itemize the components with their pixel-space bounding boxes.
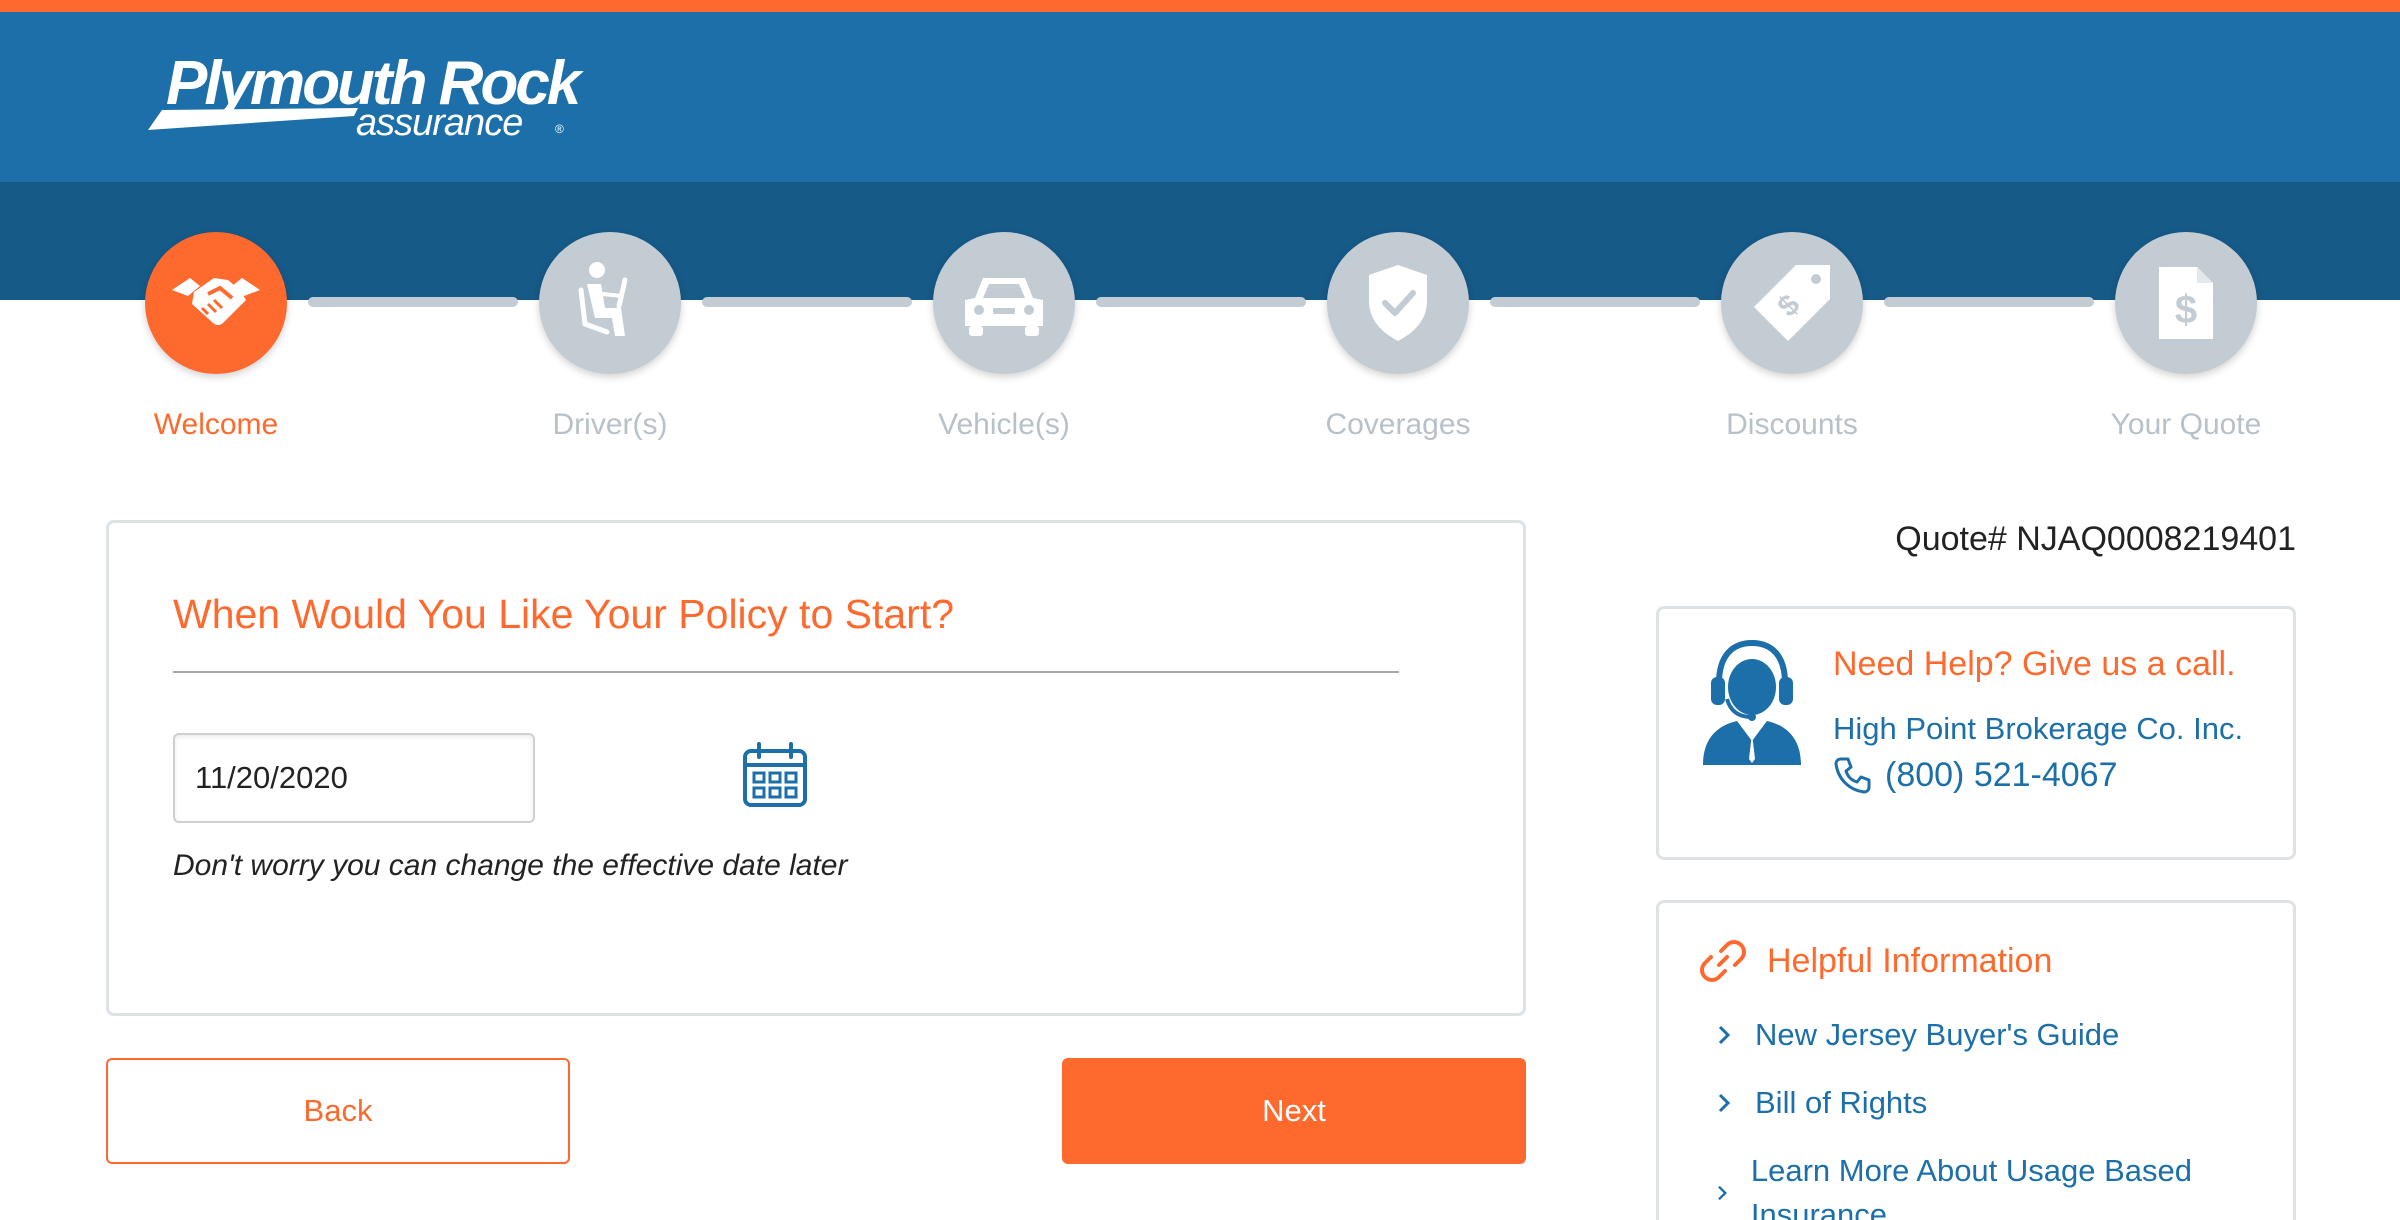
step-label-coverages[interactable]: Coverages bbox=[1278, 408, 1518, 442]
logo-registered-mark: ® bbox=[555, 122, 564, 136]
step-welcome[interactable] bbox=[145, 232, 287, 374]
price-tag-icon: $ bbox=[1754, 265, 1830, 341]
svg-text:$: $ bbox=[2175, 288, 2197, 332]
link-label: Learn More About Usage Based Insurance bbox=[1750, 1153, 2193, 1220]
help-title: Need Help? Give us a call. bbox=[1833, 645, 2236, 683]
broker-company-link[interactable]: High Point Brokerage Co. Inc. bbox=[1833, 711, 2243, 747]
progress-band bbox=[0, 182, 2400, 300]
step-your-quote[interactable]: $ bbox=[2115, 232, 2257, 374]
top-accent-stripe bbox=[0, 0, 2400, 12]
link-icon bbox=[1700, 940, 1746, 982]
plymouth-rock-logo[interactable]: Plymouth Rock assurance ® bbox=[148, 48, 588, 148]
step-discounts[interactable]: $ bbox=[1721, 232, 1863, 374]
effective-date-hint: Don't worry you can change the effective… bbox=[173, 849, 848, 882]
step-label-your-quote[interactable]: Your Quote bbox=[2066, 408, 2306, 442]
title-divider bbox=[173, 671, 1399, 673]
step-label-welcome[interactable]: Welcome bbox=[96, 408, 336, 442]
step-coverages[interactable] bbox=[1327, 232, 1469, 374]
help-card: Need Help? Give us a call. High Point Br… bbox=[1656, 606, 2296, 860]
phone-number: (800) 521-4067 bbox=[1885, 755, 2118, 794]
logo-subtitle: assurance bbox=[356, 102, 523, 144]
helpful-info-title: Helpful Information bbox=[1767, 941, 2053, 980]
policy-start-date-input[interactable] bbox=[173, 733, 535, 823]
customer-service-agent-icon bbox=[1703, 639, 1801, 765]
link-bill-of-rights[interactable]: Bill of Rights bbox=[1715, 1081, 1927, 1125]
phone-link[interactable]: (800) 521-4067 bbox=[1833, 755, 2118, 795]
shield-check-icon bbox=[1369, 265, 1427, 341]
step-label-discounts[interactable]: Discounts bbox=[1672, 408, 1912, 442]
step-label-vehicles[interactable]: Vehicle(s) bbox=[884, 408, 1124, 442]
chevron-right-icon bbox=[1718, 1093, 1731, 1113]
driver-seat-icon bbox=[578, 262, 628, 336]
helpful-info-header: Helpful Information bbox=[1699, 937, 2052, 985]
link-buyers-guide[interactable]: New Jersey Buyer's Guide bbox=[1715, 1013, 2119, 1057]
link-label: New Jersey Buyer's Guide bbox=[1755, 1017, 2120, 1052]
dollar-document-icon: $ bbox=[2159, 267, 2213, 339]
car-icon bbox=[965, 278, 1043, 336]
card-title: When Would You Like Your Policy to Start… bbox=[173, 591, 955, 637]
progress-connector bbox=[1490, 297, 1700, 307]
helpful-info-card: Helpful Information New Jersey Buyer's G… bbox=[1656, 900, 2296, 1220]
link-label: Bill of Rights bbox=[1755, 1085, 1928, 1120]
quote-number: Quote# NJAQ0008219401 bbox=[1895, 520, 2296, 558]
step-drivers[interactable] bbox=[539, 232, 681, 374]
chevron-right-icon bbox=[1718, 1185, 1727, 1201]
next-button[interactable]: Next bbox=[1062, 1058, 1526, 1164]
link-usage-based-insurance[interactable]: Learn More About Usage Based Insurance bbox=[1715, 1149, 2215, 1220]
calendar-icon[interactable] bbox=[741, 741, 809, 809]
step-vehicles[interactable] bbox=[933, 232, 1075, 374]
back-button[interactable]: Back bbox=[106, 1058, 570, 1164]
step-label-drivers[interactable]: Driver(s) bbox=[490, 408, 730, 442]
progress-connector bbox=[702, 297, 912, 307]
chevron-right-icon bbox=[1718, 1025, 1731, 1045]
policy-start-card: When Would You Like Your Policy to Start… bbox=[106, 520, 1526, 1016]
handshake-icon bbox=[172, 278, 260, 325]
phone-icon bbox=[1834, 757, 1871, 794]
progress-connector bbox=[1884, 297, 2094, 307]
progress-connector bbox=[1096, 297, 1306, 307]
progress-connector bbox=[308, 297, 518, 307]
